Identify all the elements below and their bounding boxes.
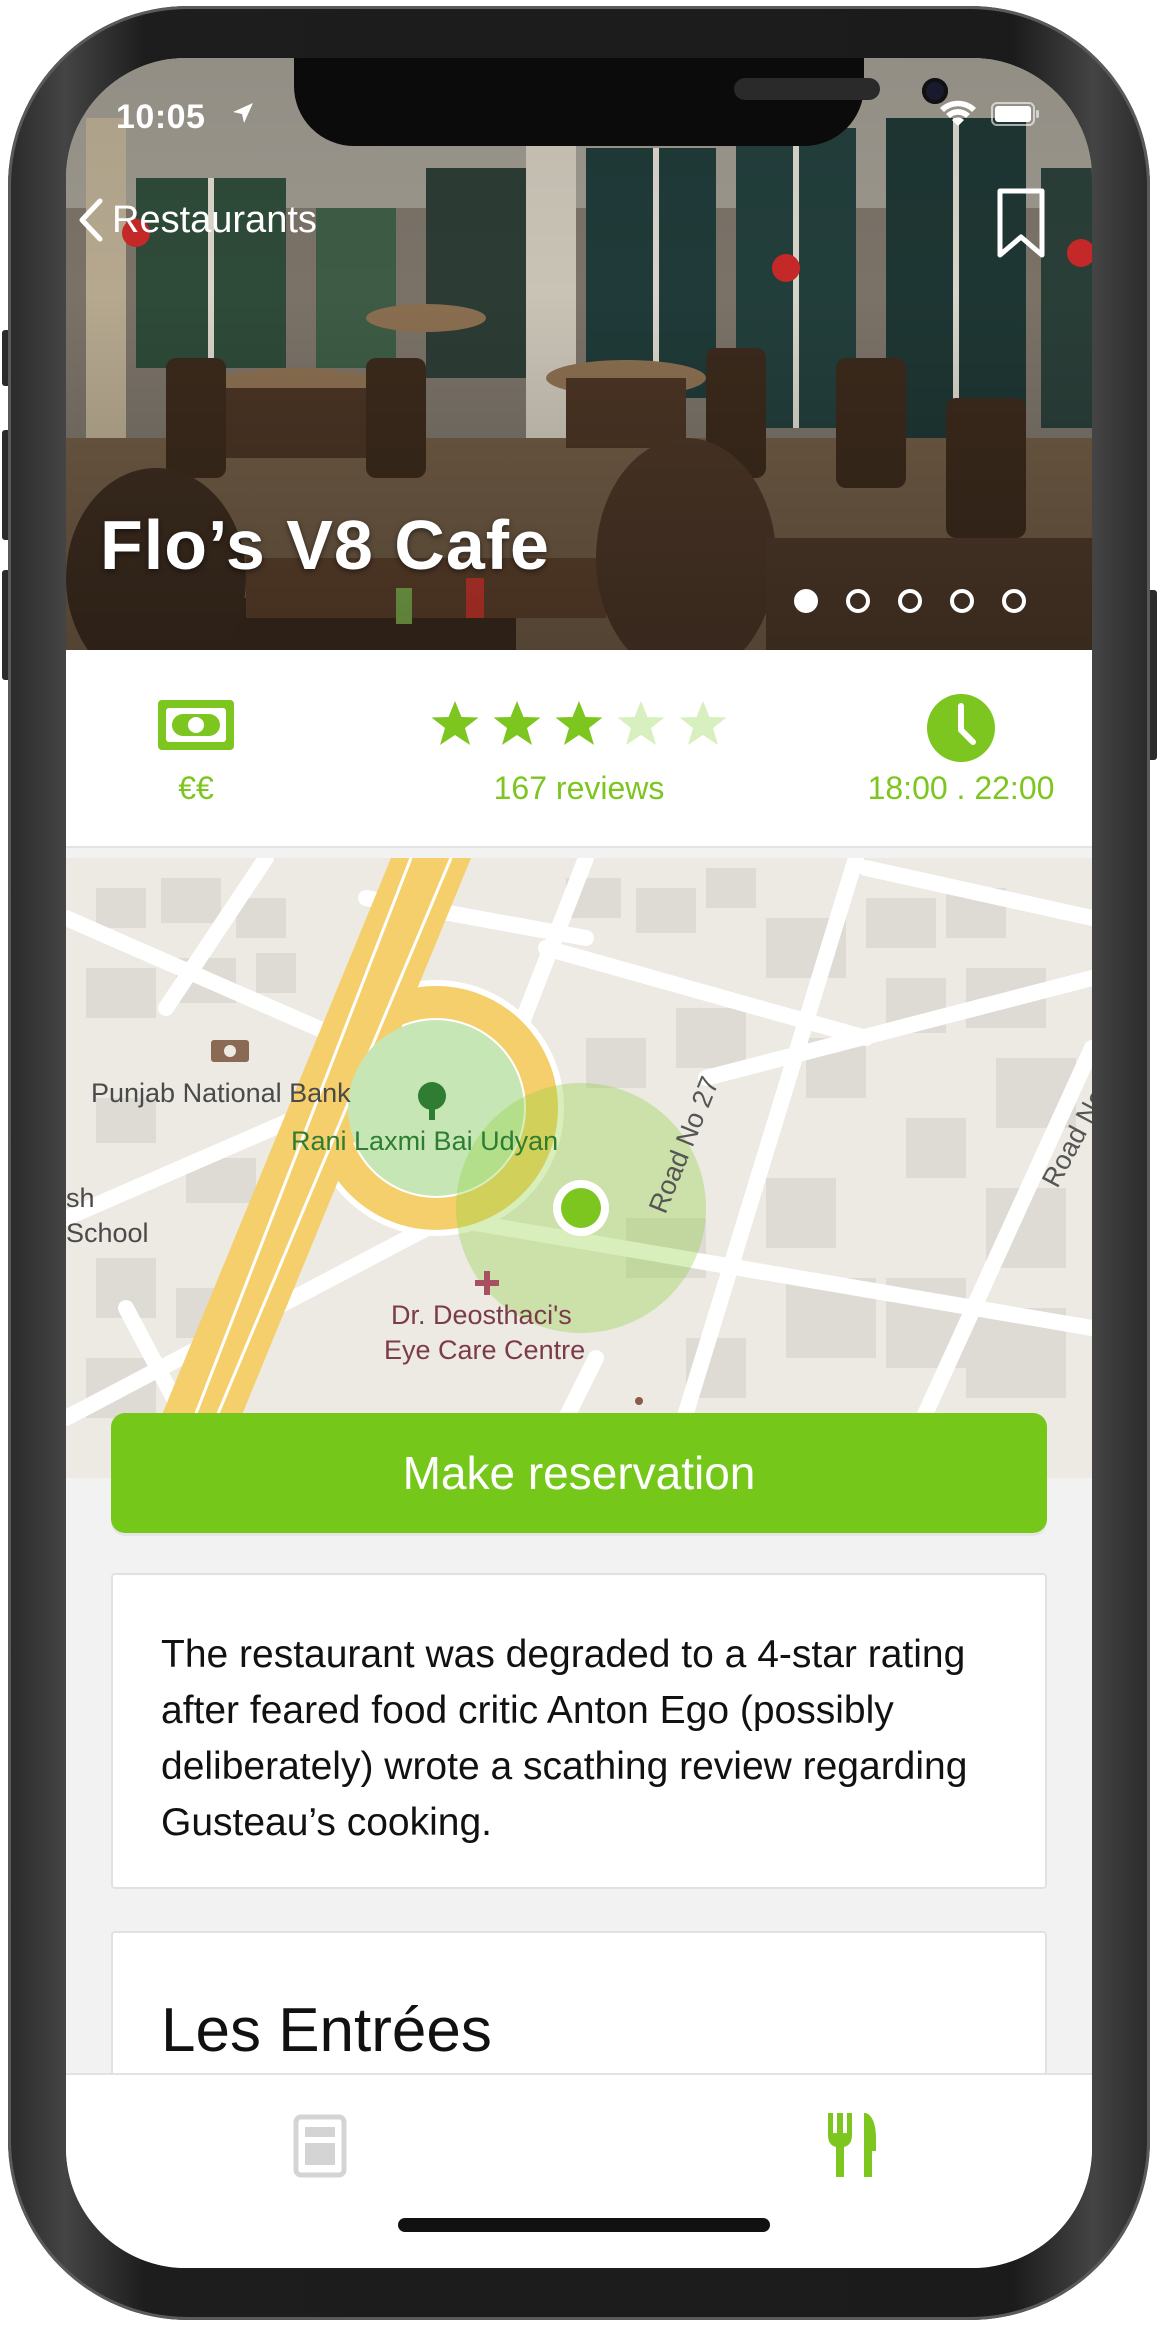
star-rating xyxy=(409,698,749,750)
star-icon xyxy=(493,701,541,745)
pager-dot[interactable] xyxy=(846,589,870,613)
map-label-bank: Punjab National Bank xyxy=(91,1078,351,1108)
price-level: €€ xyxy=(178,770,214,806)
photo-pager[interactable] xyxy=(794,589,1026,623)
notch xyxy=(294,58,948,146)
pager-dot[interactable] xyxy=(794,589,818,613)
info-bar: €€ 167 reviews 18:00 . 22:00 xyxy=(66,650,1092,848)
back-label: Restaurants xyxy=(112,198,317,241)
battery-icon xyxy=(991,102,1039,126)
map-label-school-line2: School xyxy=(66,1218,149,1248)
hours-info: 18:00 . 22:00 xyxy=(846,650,1076,846)
map-label-eye-care-line2: Eye Care Centre xyxy=(384,1335,586,1365)
map-streets xyxy=(66,858,1092,1478)
speaker xyxy=(734,78,880,100)
map-label-school-line1: sh xyxy=(66,1183,95,1213)
pager-dot[interactable] xyxy=(898,589,922,613)
tab-bar xyxy=(66,2073,1092,2268)
location-map[interactable]: Punjab National Bank Rani Laxmi Bai Udya… xyxy=(66,858,1092,1478)
status-time: 10:05 xyxy=(116,98,206,136)
wifi-icon xyxy=(940,100,976,126)
document-icon[interactable] xyxy=(280,2105,360,2185)
star-icon xyxy=(555,701,603,745)
phone-screen: 10:05 Restaurants Flo’s V8 Cafe €€ 167 r… xyxy=(66,58,1092,2268)
star-icon xyxy=(431,701,479,745)
map-label-park: Rani Laxmi Bai Udyan xyxy=(291,1126,559,1156)
money-icon xyxy=(158,700,234,750)
fork-knife-icon[interactable] xyxy=(810,2105,890,2185)
menu-section-title: Les Entrées xyxy=(161,1996,492,2065)
pager-dot[interactable] xyxy=(1002,589,1026,613)
opening-hours: 18:00 . 22:00 xyxy=(867,770,1055,806)
home-indicator xyxy=(398,2218,770,2232)
star-icon xyxy=(617,701,665,745)
make-reservation-button[interactable]: Make reservation xyxy=(111,1413,1047,1533)
device: 10:05 Restaurants Flo’s V8 Cafe €€ 167 r… xyxy=(0,0,1159,2326)
price-info: €€ xyxy=(96,650,296,846)
clock-icon xyxy=(927,694,995,762)
map-label-eye-care-line1: Dr. Deosthaci's xyxy=(391,1300,572,1330)
description-text: The restaurant was degraded to a 4-star … xyxy=(161,1633,968,1844)
star-icon xyxy=(679,701,727,745)
description-card: The restaurant was degraded to a 4-star … xyxy=(111,1573,1047,1889)
review-count: 167 reviews xyxy=(493,770,665,806)
hero-photo[interactable]: 10:05 Restaurants Flo’s V8 Cafe xyxy=(66,58,1092,650)
restaurant-name: Flo’s V8 Cafe xyxy=(100,506,550,584)
chevron-left-icon xyxy=(79,198,103,242)
location-arrow-icon xyxy=(233,103,253,123)
bookmark-icon[interactable] xyxy=(986,183,1056,263)
rating-info[interactable]: 167 reviews xyxy=(409,650,749,846)
back-button[interactable]: Restaurants xyxy=(76,188,317,252)
pager-dot[interactable] xyxy=(950,589,974,613)
